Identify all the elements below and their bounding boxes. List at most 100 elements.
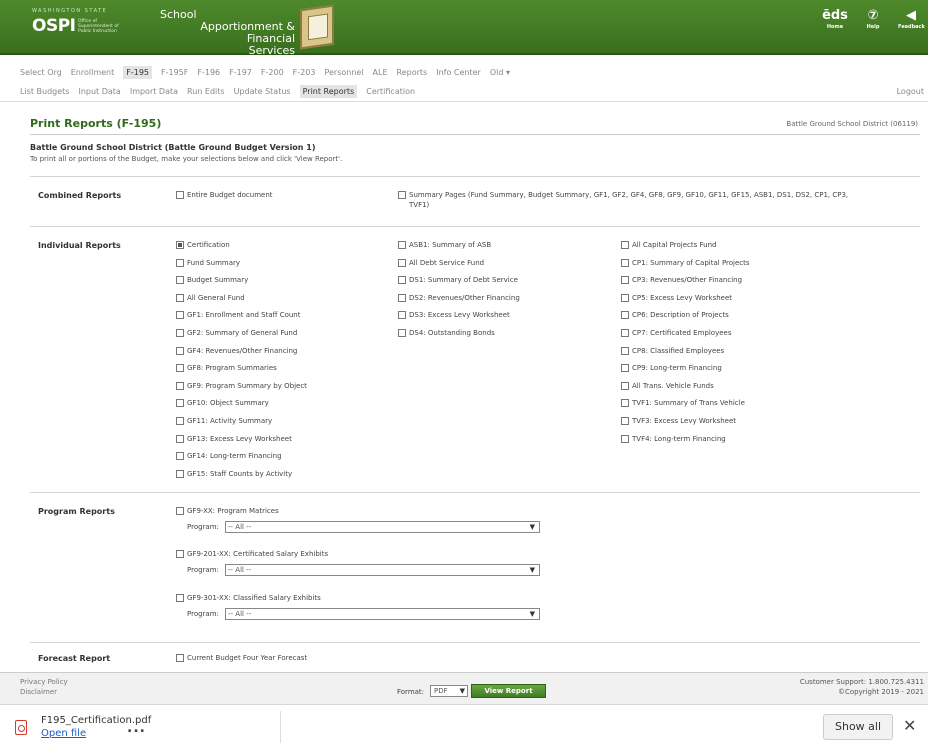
main-nav-item-9[interactable]: ALE (373, 68, 388, 77)
checkbox-box[interactable] (176, 241, 184, 249)
report-checkbox-item[interactable]: DS4: Outstanding Bonds (398, 329, 495, 337)
report-checkbox-item[interactable]: CP1: Summary of Capital Projects (621, 258, 750, 267)
checkbox-box[interactable] (176, 550, 184, 558)
checkbox-box[interactable] (176, 276, 184, 285)
report-checkbox-item[interactable]: DS1: Summary of Debt Service (398, 276, 518, 285)
report-checkbox-item[interactable]: GF13: Excess Levy Worksheet (176, 434, 292, 443)
program-select[interactable]: -- All -- ▼ (225, 564, 540, 576)
sub-nav-item-4[interactable]: Update Status (234, 87, 291, 96)
checkbox-box[interactable] (398, 191, 406, 199)
report-checkbox-item[interactable]: All Debt Service Fund (398, 258, 484, 267)
checkbox-box[interactable] (176, 594, 184, 602)
report-checkbox-item[interactable]: TVF3: Excess Levy Worksheet (621, 417, 736, 425)
report-checkbox-item[interactable]: GF11: Activity Summary (176, 417, 272, 425)
checkbox-box[interactable] (621, 258, 629, 267)
report-checkbox-item[interactable]: All Capital Projects Fund (621, 241, 716, 249)
sub-nav-item-2[interactable]: Import Data (130, 87, 178, 96)
logout-link[interactable]: Logout (897, 87, 924, 96)
entire-budget-checkbox[interactable]: Entire Budget document (176, 191, 273, 199)
main-nav-item-4[interactable]: F-196 (197, 68, 220, 77)
checkbox-box[interactable] (621, 364, 629, 373)
checkbox-box[interactable] (621, 417, 629, 425)
report-checkbox-item[interactable]: DS2: Revenues/Other Financing (398, 293, 520, 302)
report-checkbox-item[interactable]: ASB1: Summary of ASB (398, 241, 491, 249)
feedback-button[interactable]: ◀ Feedback (898, 8, 925, 30)
sub-nav-item-0[interactable]: List Budgets (20, 87, 69, 96)
checkbox-box[interactable] (621, 276, 629, 285)
checkbox-box[interactable] (621, 293, 629, 302)
report-checkbox-item[interactable]: TVF1: Summary of Trans Vehicle (621, 399, 745, 408)
close-icon[interactable]: ✕ (903, 717, 916, 735)
main-nav-item-1[interactable]: Enrollment (71, 68, 115, 77)
checkbox-box[interactable] (621, 434, 629, 443)
checkbox-box[interactable] (176, 346, 184, 355)
checkbox-box[interactable] (176, 452, 184, 461)
report-checkbox-item[interactable]: CP7: Certificated Employees (621, 329, 732, 337)
checkbox-box[interactable] (398, 258, 406, 267)
checkbox-box[interactable] (621, 329, 629, 337)
report-checkbox-item[interactable]: GF2: Summary of General Fund (176, 329, 297, 337)
forecast-checkbox[interactable]: Current Budget Four Year Forecast (176, 654, 307, 662)
sub-nav-item-1[interactable]: Input Data (78, 87, 120, 96)
checkbox-box[interactable] (176, 381, 184, 390)
download-item[interactable]: F195_Certification.pdf Open file ... (15, 711, 280, 743)
ospi-logo[interactable]: WASHINGTON STATE OSPI Office of Superint… (32, 8, 132, 42)
report-checkbox-item[interactable]: Fund Summary (176, 258, 240, 267)
checkbox-box[interactable] (398, 276, 406, 285)
report-checkbox-item[interactable]: CP9: Long-term Financing (621, 364, 722, 373)
report-checkbox-item[interactable]: Budget Summary (176, 276, 248, 285)
checkbox-box[interactable] (176, 364, 184, 373)
checkbox-box[interactable] (398, 329, 406, 337)
program-report-checkbox[interactable]: GF9-301-XX: Classified Salary Exhibits (176, 594, 321, 602)
checkbox-box[interactable] (176, 399, 184, 408)
home-button[interactable]: ēds Home (822, 8, 848, 30)
report-checkbox-item[interactable]: GF8: Program Summaries (176, 364, 277, 373)
checkbox-box[interactable] (176, 469, 184, 478)
sub-nav-item-6[interactable]: Certification (366, 87, 415, 96)
main-nav-item-0[interactable]: Select Org (20, 68, 62, 77)
checkbox-box[interactable] (176, 293, 184, 302)
checkbox-box[interactable] (176, 329, 184, 337)
program-select[interactable]: -- All -- ▼ (225, 608, 540, 620)
main-nav-item-7[interactable]: F-203 (293, 68, 316, 77)
report-checkbox-item[interactable]: TVF4: Long-term Financing (621, 434, 726, 443)
checkbox-box[interactable] (621, 241, 629, 249)
checkbox-box[interactable] (176, 417, 184, 425)
report-checkbox-item[interactable]: GF15: Staff Counts by Activity (176, 469, 292, 478)
more-options-icon[interactable]: ... (127, 720, 146, 736)
checkbox-box[interactable] (176, 191, 184, 199)
report-checkbox-item[interactable]: CP5: Excess Levy Worksheet (621, 293, 732, 302)
report-checkbox-item[interactable]: GF10: Object Summary (176, 399, 269, 408)
main-nav-item-3[interactable]: F-195F (161, 68, 188, 77)
checkbox-box[interactable] (398, 293, 406, 302)
main-nav-item-6[interactable]: F-200 (261, 68, 284, 77)
checkbox-box[interactable] (621, 381, 629, 390)
main-nav-item-5[interactable]: F-197 (229, 68, 252, 77)
report-checkbox-item[interactable]: GF1: Enrollment and Staff Count (176, 311, 300, 320)
main-nav-item-12[interactable]: Old ▾ (490, 68, 510, 77)
checkbox-box[interactable] (621, 346, 629, 355)
report-checkbox-item[interactable]: GF9: Program Summary by Object (176, 381, 307, 390)
checkbox-box[interactable] (398, 241, 406, 249)
help-button[interactable]: ⑦ Help (860, 8, 886, 30)
checkbox-box[interactable] (176, 507, 184, 515)
report-checkbox-item[interactable]: All General Fund (176, 293, 245, 302)
disclaimer-link[interactable]: Disclaimer (20, 688, 57, 696)
privacy-policy-link[interactable]: Privacy Policy (20, 678, 68, 686)
main-nav-item-11[interactable]: Info Center (436, 68, 481, 77)
checkbox-box[interactable] (621, 311, 629, 320)
summary-pages-checkbox[interactable]: Summary Pages (Fund Summary, Budget Summ… (398, 191, 868, 210)
view-report-button[interactable]: View Report (471, 684, 546, 698)
program-report-checkbox[interactable]: GF9-201-XX: Certificated Salary Exhibits (176, 550, 328, 558)
report-checkbox-item[interactable]: CP8: Classified Employees (621, 346, 724, 355)
program-report-checkbox[interactable]: GF9-XX: Program Matrices (176, 507, 279, 515)
checkbox-box[interactable] (176, 654, 184, 662)
checkbox-box[interactable] (176, 434, 184, 443)
report-checkbox-item[interactable]: Certification (176, 241, 230, 249)
sub-nav-item-3[interactable]: Run Edits (187, 87, 225, 96)
checkbox-box[interactable] (176, 258, 184, 267)
format-select[interactable]: PDF ▼ (430, 685, 468, 697)
main-nav-item-8[interactable]: Personnel (324, 68, 363, 77)
sub-nav-item-5[interactable]: Print Reports (299, 85, 358, 98)
report-checkbox-item[interactable]: CP6: Description of Projects (621, 311, 729, 320)
